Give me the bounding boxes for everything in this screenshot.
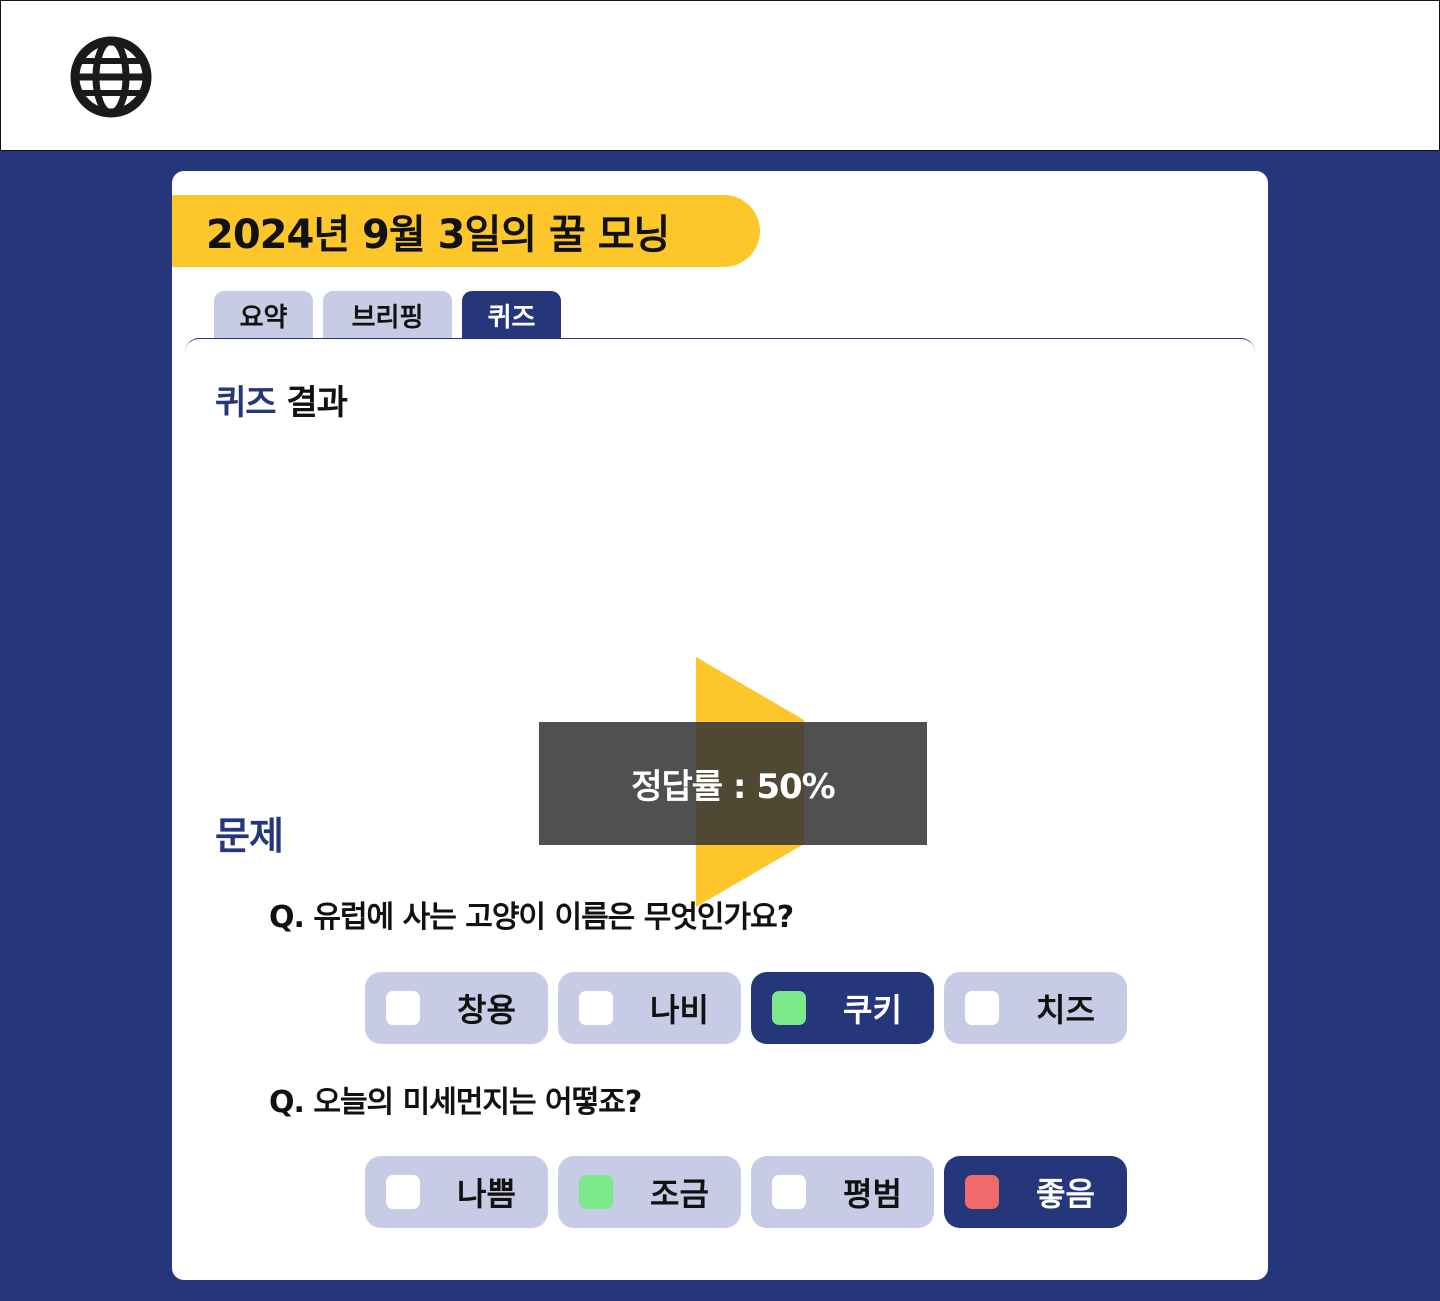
- tab-summary[interactable]: 요약: [214, 291, 313, 339]
- briefing-card: 2024년 9월 3일의 꿀 모닝 요약 브리핑 퀴즈 퀴즈 결과 정답률 : …: [172, 171, 1268, 1280]
- result-heading-rest: 결과: [275, 383, 348, 423]
- option-checkbox[interactable]: [386, 1175, 420, 1209]
- question-2-options: 나쁨 조금 평범 좋음: [365, 1156, 1127, 1228]
- option-button[interactable]: 창용: [365, 972, 548, 1044]
- option-button[interactable]: 쿠키: [751, 972, 934, 1044]
- option-label: 좋음: [1036, 1175, 1095, 1213]
- option-button[interactable]: 평범: [751, 1156, 934, 1228]
- option-button[interactable]: 치즈: [944, 972, 1127, 1044]
- question-2: Q. 오늘의 미세먼지는 어떻죠?: [269, 1085, 642, 1120]
- questions-heading: 문제: [215, 805, 284, 860]
- option-checkbox[interactable]: [579, 1175, 613, 1209]
- score-text: 정답률 : 50%: [631, 767, 835, 807]
- result-heading: 퀴즈 결과: [215, 375, 348, 424]
- tab-quiz[interactable]: 퀴즈: [462, 291, 561, 339]
- tab-bar: 요약 브리핑 퀴즈: [214, 291, 561, 339]
- option-label: 나쁨: [457, 1175, 516, 1213]
- option-checkbox[interactable]: [772, 1175, 806, 1209]
- option-label: 조금: [650, 1175, 709, 1213]
- option-checkbox[interactable]: [965, 1175, 999, 1209]
- option-label: 쿠키: [843, 991, 902, 1029]
- option-label: 나비: [650, 991, 709, 1029]
- score-overlay: 정답률 : 50%: [539, 722, 927, 845]
- tab-briefing[interactable]: 브리핑: [323, 291, 452, 339]
- result-heading-accent: 퀴즈: [215, 383, 277, 423]
- option-label: 창용: [457, 991, 516, 1029]
- option-label: 치즈: [1036, 991, 1095, 1029]
- option-label: 평범: [843, 1175, 902, 1213]
- question-1-options: 창용 나비 쿠키 치즈: [365, 972, 1127, 1044]
- page-title: 2024년 9월 3일의 꿀 모닝: [172, 195, 760, 267]
- top-bar: [0, 0, 1440, 151]
- option-checkbox[interactable]: [386, 991, 420, 1025]
- option-button[interactable]: 좋음: [944, 1156, 1127, 1228]
- quiz-panel: 퀴즈 결과 정답률 : 50% 문제 Q. 유럽에 사는 고양이 이름은 무엇인…: [185, 338, 1255, 1268]
- globe-icon[interactable]: [68, 34, 154, 120]
- question-1: Q. 유럽에 사는 고양이 이름은 무엇인가요?: [269, 900, 794, 935]
- option-checkbox[interactable]: [772, 991, 806, 1025]
- option-button[interactable]: 나비: [558, 972, 741, 1044]
- option-button[interactable]: 조금: [558, 1156, 741, 1228]
- option-checkbox[interactable]: [579, 991, 613, 1025]
- option-button[interactable]: 나쁨: [365, 1156, 548, 1228]
- questions-heading-label: 문제: [215, 814, 284, 858]
- option-checkbox[interactable]: [965, 991, 999, 1025]
